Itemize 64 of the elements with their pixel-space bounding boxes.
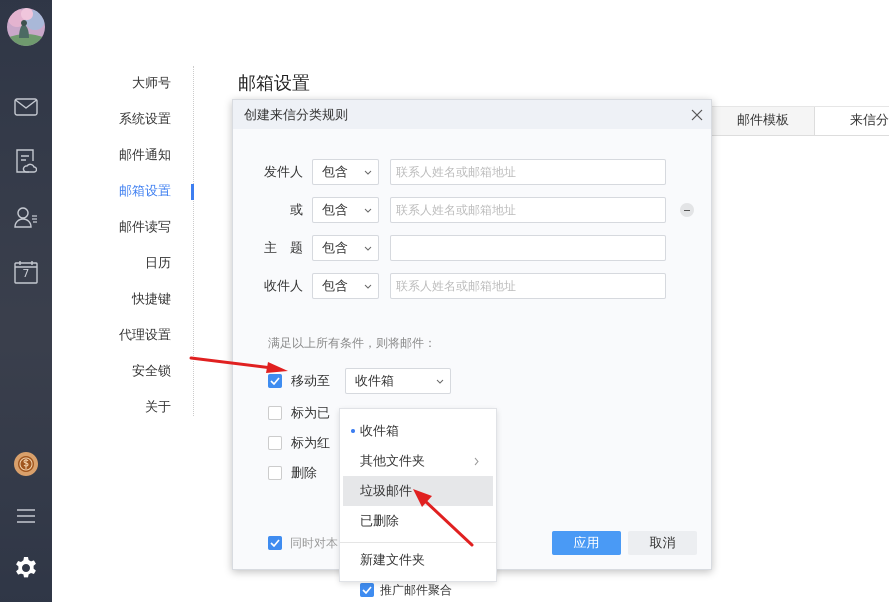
contact-icon[interactable] [14,206,38,228]
option-label: 同时对本 [290,534,338,552]
caret-icon [364,246,372,250]
operator-select[interactable]: 包含 [312,273,379,299]
action-label: 移动至 [291,373,330,390]
action-label: 删除 [291,465,317,482]
menu-icon[interactable] [16,508,36,524]
checkbox[interactable] [268,436,282,450]
caret-icon [364,284,372,288]
caret-icon [436,378,444,384]
check-icon [270,539,280,547]
remove-button[interactable] [680,203,694,217]
tab[interactable]: 邮件模板 [712,107,815,135]
checkbox[interactable] [268,374,282,388]
condition-label: 收件人 [263,278,303,295]
checkbox[interactable] [360,583,374,597]
check-icon [270,377,280,385]
checkbox[interactable] [268,466,282,480]
action-prompt: 满足以上所有条件，则将邮件： [268,335,437,352]
settings-nav-item[interactable]: 安全锁 [132,354,193,390]
menu-item[interactable]: 已删除 [343,506,493,536]
checkbox[interactable] [268,406,282,420]
close-icon[interactable] [691,108,703,120]
annotation-arrow [413,489,474,546]
checkbox[interactable] [268,536,282,550]
settings-icon[interactable] [14,556,38,580]
caret-icon [364,208,372,212]
action-label: 标为已 [291,405,330,422]
settings-nav-item[interactable]: 代理设置 [119,318,193,354]
menu-item[interactable]: 新建文件夹 [343,545,493,575]
settings-nav-item[interactable]: 系统设置 [119,102,193,138]
settings-nav-item[interactable]: 邮箱设置 [119,174,193,210]
cancel-button[interactable]: 取消 [628,531,697,555]
settings-nav-item[interactable]: 大师号 [132,66,193,102]
condition-label: 发件人 [263,164,303,181]
caret-icon [364,170,372,174]
menu-item[interactable]: 其他文件夹 [343,446,493,476]
condition-label: 主 题 [263,240,303,257]
input-field[interactable] [390,235,666,261]
check-icon [362,586,372,594]
settings-nav-item[interactable]: 日历 [145,246,193,282]
input-field[interactable]: 联系人姓名或邮箱地址 [390,159,666,185]
input-field[interactable]: 联系人姓名或邮箱地址 [390,197,666,223]
chevron-right-icon [474,456,479,466]
folder-select[interactable]: 收件箱 [345,368,451,394]
action-label: 标为红 [291,435,330,452]
operator-select[interactable]: 包含 [312,197,379,223]
menu-item[interactable]: 垃圾邮件 [343,476,493,506]
note-cloud-icon[interactable] [14,148,37,174]
input-field[interactable]: 联系人姓名或邮箱地址 [390,273,666,299]
settings-nav-item[interactable]: 邮件读写 [119,210,193,246]
mail-icon[interactable] [14,98,38,116]
dialog-title: 创建来信分类规则 [244,106,348,124]
menu-item[interactable]: 收件箱 [343,416,493,446]
settings-nav-item[interactable]: 快捷键 [132,282,193,318]
page-title: 邮箱设置 [238,72,311,96]
option-label: 推广邮件聚合 [380,583,452,597]
operator-select[interactable]: 包含 [312,159,379,185]
operator-select[interactable]: 包含 [312,235,379,261]
settings-nav-item[interactable]: 邮件通知 [119,138,193,174]
settings-nav-item[interactable]: 关于 [145,390,193,426]
condition-label: 或 [289,202,303,219]
coin-icon[interactable] [14,452,38,476]
calendar-icon[interactable]: 7 [14,260,38,284]
